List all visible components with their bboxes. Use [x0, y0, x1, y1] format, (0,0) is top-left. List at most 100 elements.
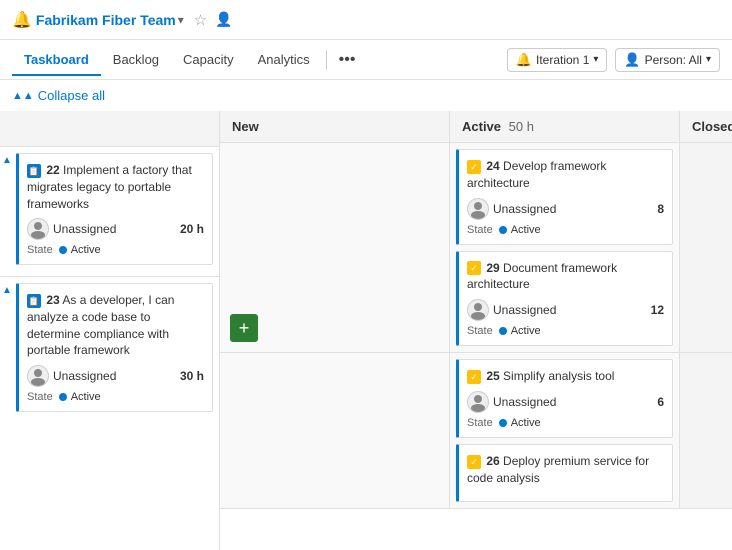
card-29-title: ✓ 29 Document framework architecture: [467, 260, 664, 294]
avatar-22-icon: [28, 219, 48, 239]
card-25-title: ✓ 25 Simplify analysis tool: [467, 368, 664, 385]
card-29-hours: 12: [651, 303, 664, 317]
task-badge-26: ✓: [467, 455, 481, 469]
more-options-button[interactable]: •••: [331, 47, 364, 73]
card-23-title: 📋 23 As a developer, I can analyze a cod…: [27, 292, 204, 359]
card-25-avatar: [467, 391, 489, 413]
card-25-id: 25: [486, 369, 499, 383]
avatar-23-icon: [28, 366, 48, 386]
card-25-state-label: State: [467, 417, 493, 429]
card-24-state-value: Active: [511, 224, 541, 236]
task-badge-25: ✓: [467, 370, 481, 384]
card-23-state-value: Active: [71, 391, 101, 403]
tab-taskboard[interactable]: Taskboard: [12, 44, 101, 75]
card-23-id: 23: [46, 293, 59, 307]
story-badge-22: 📋: [27, 164, 41, 178]
story-row-1: ▲ 📋 22 Implement a factory that migrates…: [0, 147, 219, 277]
team-chevron-icon[interactable]: ▾: [178, 13, 184, 27]
team-icon: 🔔: [12, 10, 32, 30]
story-card-23: 📋 23 As a developer, I can analyze a cod…: [16, 283, 213, 412]
row2-expand-icon[interactable]: ▲: [2, 285, 12, 296]
tab-analytics[interactable]: Analytics: [246, 44, 322, 75]
card-22-title: 📋 22 Implement a factory that migrates l…: [27, 162, 204, 212]
card-23-state-label: State: [27, 391, 53, 403]
person-add-icon[interactable]: 👤: [215, 11, 232, 28]
card-29-state-label: State: [467, 325, 493, 337]
iteration-label: Iteration 1: [536, 53, 589, 67]
board-toolbar: ▲▲ Collapse all: [0, 80, 732, 111]
story-badge-23: 📋: [27, 294, 41, 308]
col-new-label: New: [232, 119, 259, 134]
col-header-active: Active 50 h: [450, 111, 680, 142]
card-25-state-row: State Active: [467, 417, 664, 429]
col-header-new: New: [220, 111, 450, 142]
column-headers: New Active 50 h Closed: [220, 111, 732, 143]
card-22-state-label: State: [27, 244, 53, 256]
card-24-footer: Unassigned 8: [467, 198, 664, 220]
task-card-29: ✓ 29 Document framework architecture: [456, 251, 673, 347]
card-23-state-dot: [59, 393, 67, 401]
team-name[interactable]: Fabrikam Fiber Team: [36, 12, 176, 28]
card-29-avatar: [467, 299, 489, 321]
tab-capacity[interactable]: Capacity: [171, 44, 246, 75]
story-row-2: ▲ 📋 23 As a developer, I can analyze a c…: [0, 277, 219, 427]
card-24-state-dot: [499, 226, 507, 234]
card-23-state-row: State Active: [27, 391, 204, 403]
avatar-24-icon: [468, 199, 488, 219]
story-card-22: 📋 22 Implement a factory that migrates l…: [16, 153, 213, 265]
board-row-1: + ✓ 24 Develop framework architecture: [220, 143, 732, 353]
card-24-avatar: [467, 198, 489, 220]
card-29-state-row: State Active: [467, 325, 664, 337]
card-26-title: ✓ 26 Deploy premium service for code ana…: [467, 453, 664, 487]
nav-tabs: Taskboard Backlog Capacity Analytics •••…: [0, 40, 732, 80]
collapse-label: Collapse all: [38, 88, 105, 103]
card-24-id: 24: [486, 159, 499, 173]
bell-icon: 🔔: [516, 52, 532, 68]
col-closed-label: Closed: [692, 119, 732, 134]
card-22-user: Unassigned: [53, 222, 176, 236]
task-badge-29: ✓: [467, 261, 481, 275]
iteration-selector[interactable]: 🔔 Iteration 1 ▾: [507, 48, 608, 72]
card-23-avatar: [27, 365, 49, 387]
card-29-footer: Unassigned 12: [467, 299, 664, 321]
card-25-text: Simplify analysis tool: [503, 369, 614, 383]
card-29-state-value: Active: [511, 325, 541, 337]
row1-new-col: +: [220, 143, 450, 352]
collapse-all-button[interactable]: ▲▲ Collapse all: [12, 88, 105, 103]
card-26-id: 26: [486, 454, 499, 468]
card-25-state-value: Active: [511, 417, 541, 429]
iteration-chevron-icon: ▾: [593, 54, 598, 65]
board-row-2: ✓ 25 Simplify analysis tool: [220, 353, 732, 508]
tab-backlog[interactable]: Backlog: [101, 44, 171, 75]
card-29-state-dot: [499, 327, 507, 335]
card-22-avatar: [27, 218, 49, 240]
col-active-hours: 50 h: [509, 119, 534, 134]
task-card-25: ✓ 25 Simplify analysis tool: [456, 359, 673, 438]
add-card-button-row1[interactable]: +: [230, 314, 258, 342]
avatar-25-icon: [468, 392, 488, 412]
person-filter-label: Person: All: [645, 53, 702, 67]
card-29-user: Unassigned: [493, 303, 647, 317]
row2-closed-col: [680, 353, 732, 507]
card-25-hours: 6: [657, 395, 664, 409]
top-bar: 🔔 Fabrikam Fiber Team ▾ ☆ 👤: [0, 0, 732, 40]
row2-active-col: ✓ 25 Simplify analysis tool: [450, 353, 680, 507]
card-24-state-label: State: [467, 224, 493, 236]
right-columns: New Active 50 h Closed +: [220, 111, 732, 550]
person-filter[interactable]: 👤 Person: All ▾: [615, 48, 720, 72]
row2-new-col: [220, 353, 450, 507]
card-22-footer: Unassigned 20 h: [27, 218, 204, 240]
row1-expand-icon[interactable]: ▲: [2, 155, 12, 166]
rows-area: + ✓ 24 Develop framework architecture: [220, 143, 732, 550]
card-22-state-row: State Active: [27, 244, 204, 256]
card-24-state-row: State Active: [467, 224, 664, 236]
board-grid: ▲ 📋 22 Implement a factory that migrates…: [0, 111, 732, 550]
star-icon[interactable]: ☆: [194, 11, 207, 29]
card-22-hours: 20 h: [180, 222, 204, 236]
task-card-26: ✓ 26 Deploy premium service for code ana…: [456, 444, 673, 502]
task-card-24: ✓ 24 Develop framework architecture: [456, 149, 673, 245]
card-24-user: Unassigned: [493, 202, 653, 216]
nav-right: 🔔 Iteration 1 ▾ 👤 Person: All ▾: [507, 48, 720, 72]
person-filter-chevron-icon: ▾: [706, 54, 711, 65]
card-22-state-dot: [59, 246, 67, 254]
